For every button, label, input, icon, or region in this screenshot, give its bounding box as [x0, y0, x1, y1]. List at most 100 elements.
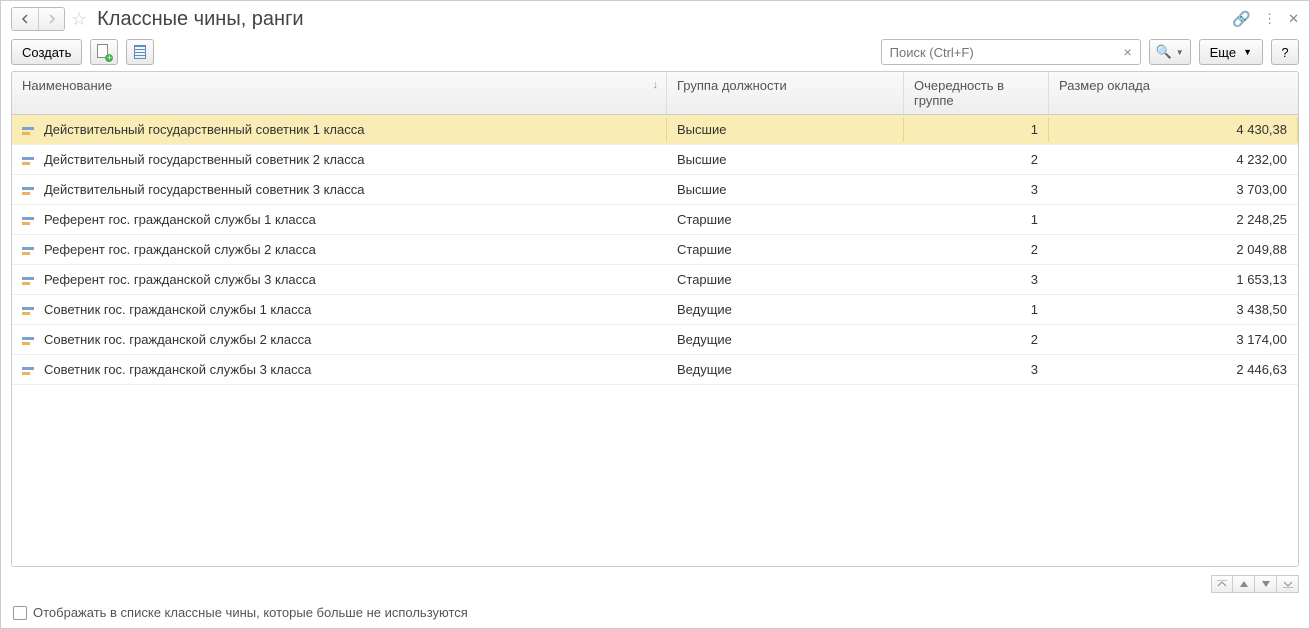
table-body: Действительный государственный советник … [12, 115, 1298, 566]
titlebar: ☆ Классные чины, ранги 🔗 ⋮ ✕ [1, 1, 1309, 33]
cell-name: Референт гос. гражданской службы 2 класс… [12, 237, 667, 262]
cell-name: Советник гос. гражданской службы 3 класс… [12, 357, 667, 382]
cell-name: Референт гос. гражданской службы 3 класс… [12, 267, 667, 292]
list-icon [134, 45, 146, 59]
cell-order: 3 [904, 357, 1049, 382]
cell-group: Высшие [667, 117, 904, 142]
cell-name-text: Советник гос. гражданской службы 1 класс… [44, 302, 311, 317]
cell-name-text: Действительный государственный советник … [44, 152, 364, 167]
search-options-button[interactable]: 🔍 ▼ [1149, 39, 1191, 65]
cell-group: Старшие [667, 237, 904, 262]
create-button[interactable]: Создать [11, 39, 82, 65]
cell-name: Референт гос. гражданской службы 1 класс… [12, 207, 667, 232]
cell-salary: 1 653,13 [1049, 267, 1298, 292]
cell-name-text: Советник гос. гражданской службы 3 класс… [44, 362, 311, 377]
arrow-left-icon [20, 14, 30, 24]
cell-name: Советник гос. гражданской службы 1 класс… [12, 297, 667, 322]
row-item-icon [22, 277, 36, 285]
cell-order: 1 [904, 297, 1049, 322]
cell-order: 1 [904, 117, 1049, 142]
cell-name-text: Действительный государственный советник … [44, 122, 364, 137]
cell-order: 2 [904, 237, 1049, 262]
cell-group: Ведущие [667, 297, 904, 322]
cell-group: Старшие [667, 207, 904, 232]
row-item-icon [22, 337, 36, 345]
search-input[interactable] [890, 45, 1120, 60]
pager-last-icon [1283, 580, 1293, 588]
cell-order: 3 [904, 177, 1049, 202]
column-header-salary[interactable]: Размер оклада [1049, 72, 1298, 114]
list-view-button[interactable] [126, 39, 154, 65]
pager-first-icon [1217, 580, 1227, 588]
nav-buttons [11, 7, 65, 31]
cell-order: 2 [904, 147, 1049, 172]
cell-name: Советник гос. гражданской службы 2 класс… [12, 327, 667, 352]
cell-name-text: Референт гос. гражданской службы 1 класс… [44, 212, 316, 227]
column-header-name[interactable]: Наименование ↓ [12, 72, 667, 114]
cell-order: 1 [904, 207, 1049, 232]
show-obsolete-label: Отображать в списке классные чины, котор… [33, 605, 468, 620]
cell-salary: 3 703,00 [1049, 177, 1298, 202]
more-label: Еще [1210, 45, 1236, 60]
pager-last-button[interactable] [1277, 575, 1299, 593]
row-item-icon [22, 367, 36, 375]
cell-salary: 3 438,50 [1049, 297, 1298, 322]
toolbar: Создать + × 🔍 ▼ Еще ▼ ? [1, 33, 1309, 71]
cell-name: Действительный государственный советник … [12, 147, 667, 172]
cell-salary: 4 430,38 [1049, 117, 1298, 142]
row-item-icon [22, 217, 36, 225]
table-row[interactable]: Референт гос. гражданской службы 3 класс… [12, 265, 1298, 295]
table-row[interactable]: Действительный государственный советник … [12, 175, 1298, 205]
pager-down-icon [1262, 581, 1270, 587]
document-copy-icon: + [97, 44, 111, 60]
search-clear-icon[interactable]: × [1119, 44, 1135, 60]
column-label: Наименование [22, 78, 112, 93]
column-header-order[interactable]: Очередность в группе [904, 72, 1049, 114]
cell-salary: 3 174,00 [1049, 327, 1298, 352]
row-item-icon [22, 157, 36, 165]
arrow-right-icon [47, 14, 57, 24]
cell-name: Действительный государственный советник … [12, 117, 667, 142]
table-header: Наименование ↓ Группа должности Очередно… [12, 72, 1298, 115]
chevron-down-icon: ▼ [1243, 47, 1252, 57]
favorite-star-icon[interactable]: ☆ [71, 9, 87, 30]
row-item-icon [22, 307, 36, 315]
data-table: Наименование ↓ Группа должности Очередно… [11, 71, 1299, 567]
row-item-icon [22, 247, 36, 255]
cell-group: Ведущие [667, 327, 904, 352]
cell-salary: 2 049,88 [1049, 237, 1298, 262]
forward-button[interactable] [38, 8, 64, 30]
pager-up-button[interactable] [1233, 575, 1255, 593]
kebab-menu-icon[interactable]: ⋮ [1263, 11, 1276, 27]
cell-group: Высшие [667, 177, 904, 202]
table-row[interactable]: Советник гос. гражданской службы 2 класс… [12, 325, 1298, 355]
help-button[interactable]: ? [1271, 39, 1299, 65]
table-row[interactable]: Советник гос. гражданской службы 3 класс… [12, 355, 1298, 385]
cell-name: Действительный государственный советник … [12, 177, 667, 202]
link-icon[interactable]: 🔗 [1232, 10, 1251, 28]
row-item-icon [22, 127, 36, 135]
pager-up-icon [1240, 581, 1248, 587]
cell-group: Высшие [667, 147, 904, 172]
close-icon[interactable]: ✕ [1288, 11, 1299, 27]
back-button[interactable] [12, 8, 38, 30]
chevron-down-icon: ▼ [1176, 48, 1184, 57]
search-field-wrap: × [881, 39, 1141, 65]
row-item-icon [22, 187, 36, 195]
table-row[interactable]: Действительный государственный советник … [12, 115, 1298, 145]
table-row[interactable]: Референт гос. гражданской службы 1 класс… [12, 205, 1298, 235]
show-obsolete-checkbox[interactable] [13, 606, 27, 620]
pager-first-button[interactable] [1211, 575, 1233, 593]
cell-name-text: Советник гос. гражданской службы 2 класс… [44, 332, 311, 347]
table-row[interactable]: Референт гос. гражданской службы 2 класс… [12, 235, 1298, 265]
cell-salary: 2 248,25 [1049, 207, 1298, 232]
table-row[interactable]: Советник гос. гражданской службы 1 класс… [12, 295, 1298, 325]
cell-order: 2 [904, 327, 1049, 352]
create-copy-button[interactable]: + [90, 39, 118, 65]
pager-down-button[interactable] [1255, 575, 1277, 593]
cell-salary: 2 446,63 [1049, 357, 1298, 382]
table-row[interactable]: Действительный государственный советник … [12, 145, 1298, 175]
more-actions-button[interactable]: Еще ▼ [1199, 39, 1263, 65]
pager [1, 571, 1309, 597]
column-header-group[interactable]: Группа должности [667, 72, 904, 114]
